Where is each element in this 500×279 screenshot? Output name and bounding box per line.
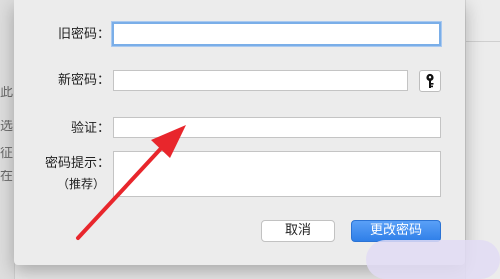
change-password-dialog: 旧密码： 新密码： 验证： 密码提示： （推荐） 取消 更改密码	[14, 0, 465, 265]
change-password-button[interactable]: 更改密码	[351, 220, 441, 242]
new-password-field[interactable]	[113, 70, 408, 91]
background-divider	[466, 41, 500, 42]
background-text-fragment: 此	[0, 86, 14, 99]
watermark-overlay	[366, 240, 500, 279]
old-password-field[interactable]	[112, 22, 441, 46]
old-password-label: 旧密码：	[57, 27, 110, 42]
background-text-fragment: 征	[0, 147, 14, 160]
password-hint-label: 密码提示：	[44, 156, 110, 171]
screenshot-stage: 此 选 征 在 旧密码： 新密码： 验证： 密码提示： （推荐） 取消 更改密码	[0, 0, 500, 279]
verify-password-field[interactable]	[113, 117, 441, 138]
background-window-left: 此 选 征 在	[0, 0, 15, 279]
cancel-button[interactable]: 取消	[261, 220, 335, 242]
password-hint-recommended-label: （推荐）	[56, 177, 105, 191]
verify-label: 验证：	[70, 121, 110, 136]
password-assistant-button[interactable]	[419, 70, 441, 92]
background-window-right	[465, 0, 500, 279]
background-text-fragment: 选	[0, 120, 14, 133]
background-text-fragment: 在	[0, 170, 14, 183]
key-icon	[426, 73, 434, 88]
password-hint-field[interactable]	[113, 151, 441, 197]
new-password-label: 新密码：	[57, 73, 110, 88]
